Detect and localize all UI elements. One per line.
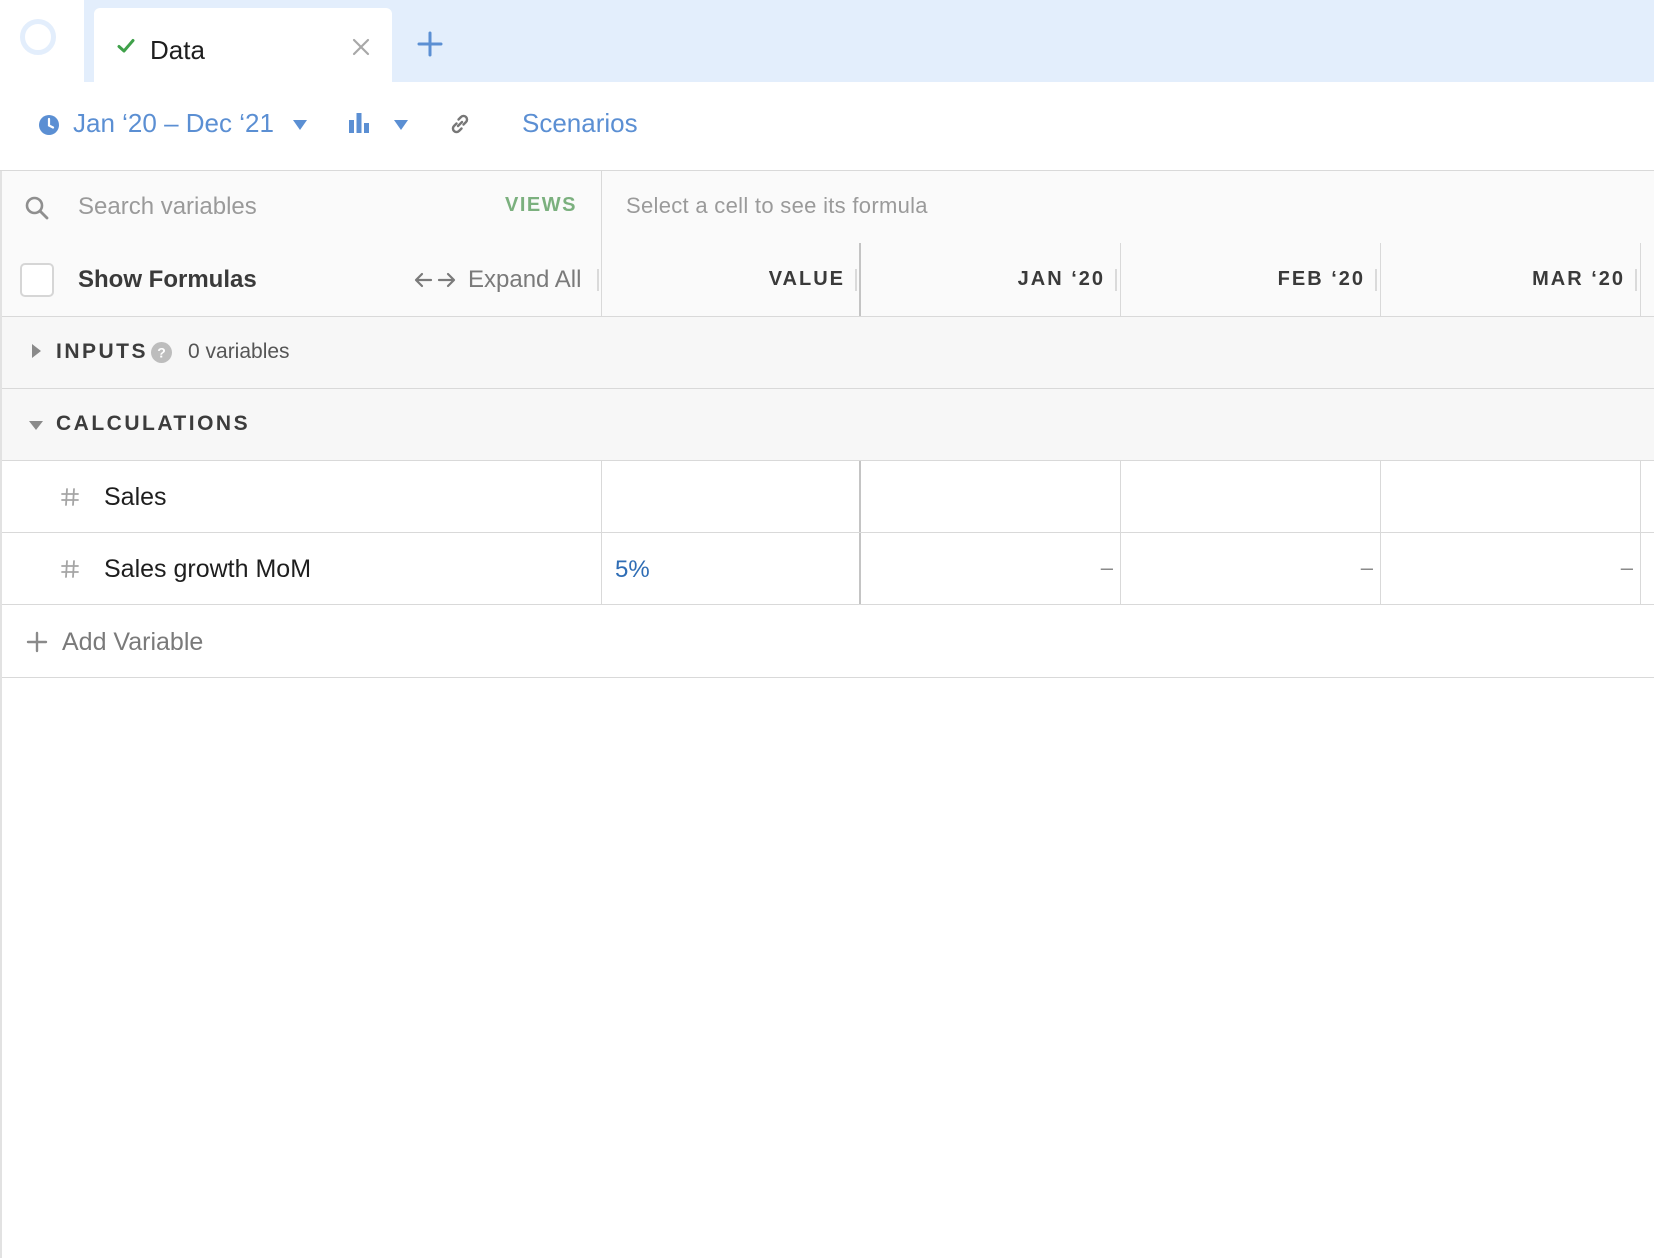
search-icon: [25, 196, 49, 220]
scenarios-button[interactable]: Scenarios: [522, 108, 638, 139]
section-inputs[interactable]: INPUTS ? 0 variables: [0, 317, 1654, 389]
close-icon[interactable]: [349, 35, 373, 59]
app-logo[interactable]: [20, 19, 56, 55]
hash-icon: [61, 488, 79, 506]
chevron-down-icon[interactable]: [28, 419, 44, 431]
add-variable-row[interactable]: Add Variable: [0, 606, 1654, 678]
resize-handle[interactable]: [1115, 269, 1117, 291]
clock-icon[interactable]: [38, 114, 60, 136]
column-header-row: Show Formulas Expand All VALUE JAN ‘20 F…: [0, 243, 1654, 317]
column-divider: [1640, 533, 1641, 604]
data-cell[interactable]: [1381, 461, 1639, 532]
value-cell[interactable]: [602, 461, 859, 532]
check-icon: [117, 39, 135, 53]
resize-handle[interactable]: [597, 269, 599, 291]
variable-name[interactable]: Sales growth MoM: [104, 555, 311, 584]
plus-icon[interactable]: [416, 30, 444, 58]
show-formulas-label[interactable]: Show Formulas: [78, 266, 257, 294]
tab-bar: Data: [0, 0, 1654, 82]
column-divider: [1640, 243, 1641, 316]
panel-border: [0, 171, 2, 1258]
column-divider: [1640, 461, 1641, 532]
divider: [601, 171, 602, 243]
section-count: 0 variables: [188, 340, 290, 363]
resize-handle[interactable]: [1635, 269, 1637, 291]
section-calculations[interactable]: CALCULATIONS: [0, 389, 1654, 461]
expand-arrows-icon[interactable]: [414, 270, 456, 290]
variable-name[interactable]: Sales: [104, 483, 167, 512]
resize-handle[interactable]: [855, 269, 857, 291]
search-formula-row: VIEWS Select a cell to see its formula: [0, 171, 1654, 244]
resize-handle[interactable]: [1375, 269, 1377, 291]
link-icon[interactable]: [448, 112, 472, 136]
toolbar: Jan ‘20 – Dec ‘21 Scenarios: [0, 82, 1654, 171]
table-row: Sales growth MoM 5% – – –: [0, 533, 1654, 605]
data-cell[interactable]: [861, 461, 1119, 532]
data-cell[interactable]: [1121, 461, 1379, 532]
bar-chart-icon[interactable]: [348, 112, 370, 134]
date-range-picker[interactable]: Jan ‘20 – Dec ‘21: [73, 108, 274, 139]
data-cell-text: –: [1100, 555, 1113, 580]
expand-all-button[interactable]: Expand All: [468, 266, 581, 294]
section-title-inputs: INPUTS: [56, 340, 149, 363]
app-logo-container: [0, 0, 84, 82]
show-formulas-checkbox[interactable]: [20, 263, 54, 297]
svg-text:?: ?: [157, 345, 166, 361]
views-button[interactable]: VIEWS: [505, 194, 577, 217]
tab-data[interactable]: Data: [94, 8, 392, 82]
table-row: Sales: [0, 461, 1654, 533]
hash-icon: [61, 560, 79, 578]
formula-bar-hint: Select a cell to see its formula: [626, 193, 928, 218]
chevron-down-icon[interactable]: [293, 120, 307, 130]
tab-label: Data: [150, 35, 205, 65]
column-header-feb-20[interactable]: FEB ‘20: [1121, 243, 1379, 316]
data-cell-text: –: [1360, 555, 1373, 580]
section-title-calculations: CALCULATIONS: [56, 412, 251, 435]
help-icon[interactable]: ?: [151, 342, 172, 363]
column-header-value[interactable]: VALUE: [602, 243, 859, 316]
column-header-jan-20[interactable]: JAN ‘20: [861, 243, 1119, 316]
search-input[interactable]: [66, 185, 446, 229]
value-cell-text: 5%: [615, 556, 650, 583]
chevron-right-icon[interactable]: [30, 343, 42, 359]
chevron-down-icon[interactable]: [394, 120, 408, 130]
add-variable-button[interactable]: Add Variable: [62, 628, 203, 657]
plus-icon[interactable]: [26, 631, 48, 653]
data-cell-text: –: [1620, 555, 1633, 580]
column-header-mar-20[interactable]: MAR ‘20: [1381, 243, 1639, 316]
